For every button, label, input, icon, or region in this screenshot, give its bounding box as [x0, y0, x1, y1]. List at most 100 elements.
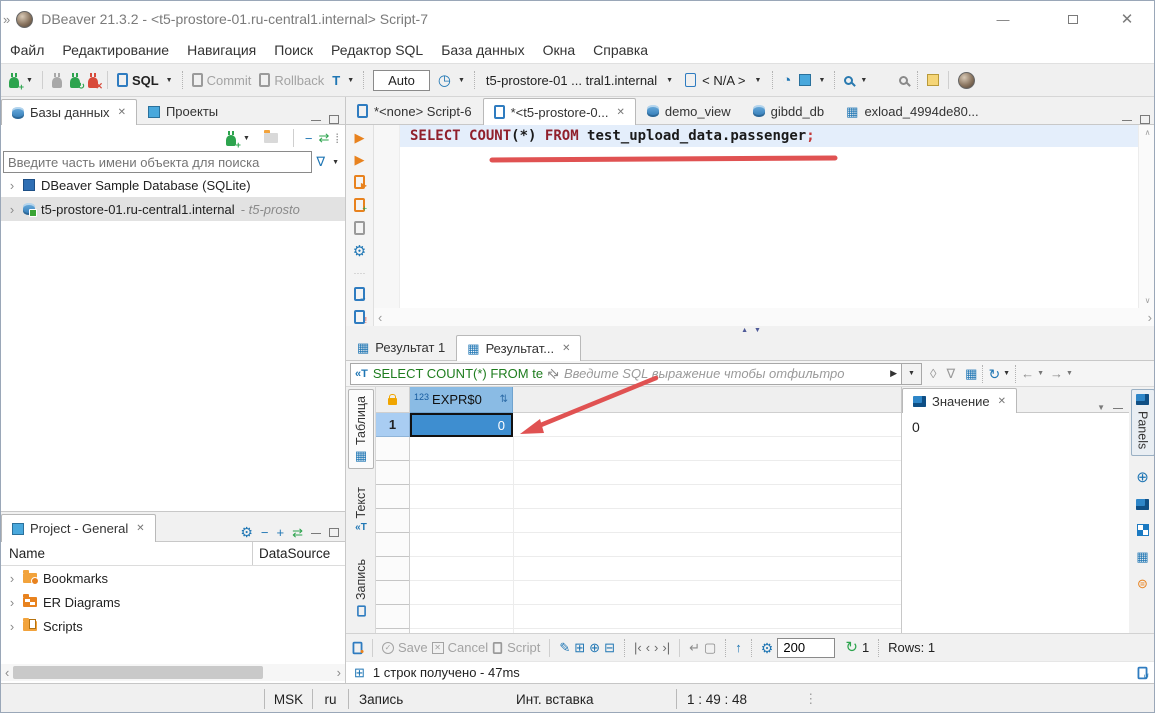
gear-icon-button[interactable]: ⚙	[240, 524, 253, 541]
new-folder-button[interactable]	[260, 131, 282, 145]
menu-windows[interactable]: Окна	[534, 37, 585, 63]
tree-item-sample-database[interactable]: › DBeaver Sample Database (SQLite)	[1, 173, 345, 197]
empty-grid-body[interactable]	[410, 437, 901, 633]
view-menu-button[interactable]: ⁞	[335, 131, 339, 146]
maximize-view-button[interactable]	[1140, 115, 1150, 124]
filter-config-button[interactable]: ∇ ▼	[312, 152, 343, 172]
chevron-down-icon[interactable]: ▼	[1037, 370, 1044, 377]
link-editor-button[interactable]: ⇄	[318, 130, 329, 146]
status-overflow-icon[interactable]: ⋮	[794, 689, 828, 709]
menu-sql-editor[interactable]: Редактор SQL	[322, 37, 432, 63]
duplicate-row-button[interactable]: ⊕	[589, 641, 600, 654]
result-grid[interactable]: 123 EXPR$0 ⇅ 1 0	[376, 387, 901, 633]
editor-hscrollbar[interactable]: ‹ ›	[374, 308, 1155, 326]
commit-mode-selector[interactable]: Auto	[373, 70, 430, 91]
chevron-down-icon[interactable]: ▼	[1066, 370, 1073, 377]
execute-script-button[interactable]: ▶	[354, 175, 365, 189]
eraser-icon-button[interactable]: ◊	[930, 367, 936, 380]
calc-panel-button[interactable]	[1137, 524, 1149, 536]
locale-indicator[interactable]: ru	[312, 689, 348, 709]
tab-value[interactable]: Значение ✕	[902, 388, 1017, 413]
scroll-right-icon[interactable]: ›	[1148, 310, 1152, 325]
tab-project-general[interactable]: Project - General ✕	[1, 514, 156, 542]
panels-toggle-button[interactable]: Panels	[1131, 389, 1155, 456]
tree-item-t5-prostore[interactable]: › t5-prostore-01.ru-central1.internal - …	[1, 197, 345, 221]
connect-button[interactable]	[48, 71, 66, 90]
value-content[interactable]: 0	[902, 413, 1129, 633]
reconnect-button[interactable]: ↻	[66, 71, 84, 90]
object-search-input[interactable]	[3, 151, 312, 173]
scroll-left-icon[interactable]: ‹	[378, 310, 382, 325]
new-connection-button[interactable]: + ▼	[222, 129, 254, 148]
scroll-up-icon[interactable]: ∧	[1145, 128, 1151, 137]
scroll-right-icon[interactable]: ›	[337, 665, 341, 680]
minimize-view-button[interactable]	[1113, 406, 1123, 409]
refresh-icon-button[interactable]: ↻	[845, 640, 858, 655]
maximize-view-button[interactable]	[329, 528, 339, 537]
sql-editor-button[interactable]: SQL ▼	[113, 71, 177, 90]
dashboard-button[interactable]: ◔	[778, 70, 795, 91]
grouping-panel-button[interactable]: ⊕	[1136, 470, 1149, 485]
tree-item-bookmarks[interactable]: › Bookmarks	[1, 566, 345, 590]
close-icon[interactable]: ✕	[998, 396, 1006, 407]
filter-history-dropdown[interactable]: ▼	[902, 363, 922, 385]
close-icon[interactable]: ✕	[616, 107, 624, 118]
export-results-button[interactable]: ↑	[735, 641, 742, 654]
global-search-button[interactable]	[895, 74, 912, 87]
expand-icon[interactable]: ⇄	[545, 365, 562, 382]
overflow-icon[interactable]: »	[3, 13, 10, 26]
sash-up-icon[interactable]: ▲	[741, 327, 748, 334]
goto-row-button[interactable]: ↵	[689, 641, 700, 654]
open-perspective-button[interactable]	[923, 72, 943, 88]
maximize-button[interactable]	[1050, 1, 1096, 37]
tab-gibdd-db[interactable]: gibdd_db	[742, 97, 836, 124]
presentation-tab-text[interactable]: Текст «T	[348, 487, 374, 533]
close-icon[interactable]: ✕	[136, 523, 144, 534]
tab-databases[interactable]: Базы данных ✕	[1, 99, 137, 125]
tree-item-er-diagrams[interactable]: › ER Diagrams	[1, 590, 345, 614]
commit-button[interactable]: Commit	[188, 71, 256, 90]
chevron-right-icon[interactable]: ›	[7, 571, 17, 586]
close-button[interactable]: ✕	[1104, 1, 1150, 37]
tab-script-7[interactable]: *<t5-prostore-0... ✕	[483, 98, 636, 125]
tab-script-6[interactable]: *<none> Script-6	[346, 97, 483, 124]
unsaved-script-button[interactable]: !	[354, 310, 365, 324]
delete-row-button[interactable]: ⊟	[604, 641, 615, 654]
sash-down-icon[interactable]: ▼	[754, 327, 761, 334]
collapse-all-button[interactable]: −	[305, 131, 313, 146]
search-metadata-button[interactable]: ▼	[840, 74, 871, 87]
last-row-button[interactable]: ›|	[662, 641, 670, 654]
schema-selector[interactable]: < N/A > ▼	[679, 71, 767, 90]
save-button[interactable]: ✓ Save	[382, 640, 428, 655]
explain-plan-button[interactable]	[354, 221, 365, 235]
minimize-view-button[interactable]	[311, 118, 321, 121]
switch-presentation-button[interactable]: ▢	[704, 641, 716, 654]
chevron-right-icon[interactable]: ›	[7, 178, 17, 193]
filter-settings-button[interactable]: ▦	[965, 367, 977, 380]
column-header-expr0[interactable]: 123 EXPR$0 ⇅	[410, 387, 513, 413]
code-line-1[interactable]: SELECT COUNT(*) FROM test_upload_data.pa…	[400, 125, 1138, 147]
gear-icon-button[interactable]: ⚙	[353, 244, 366, 259]
chevron-right-icon[interactable]: ›	[7, 619, 17, 634]
minimize-view-button[interactable]	[311, 531, 321, 534]
open-in-window-button[interactable]: ●	[353, 641, 363, 654]
scroll-thumb[interactable]	[13, 666, 263, 679]
minimize-view-button[interactable]	[1122, 118, 1132, 121]
insert-mode-indicator[interactable]: Инт. вставка	[506, 689, 676, 709]
rollback-button[interactable]: Rollback	[255, 71, 328, 90]
scroll-down-icon[interactable]: ∨	[1145, 296, 1151, 305]
value-panel-button[interactable]	[1136, 499, 1149, 510]
nav-back-button[interactable]: ←	[1021, 367, 1034, 380]
caret-position[interactable]: 1 : 49 : 48	[676, 689, 794, 709]
export-from-query-button[interactable]: →	[354, 287, 365, 301]
nav-forward-button[interactable]: →	[1050, 367, 1063, 380]
column-datasource[interactable]: DataSource	[253, 546, 345, 561]
sql-editor[interactable]: ▶ ▶ ▶ + ⚙ ···· → ! SELECT COUNT(*) FROM …	[346, 125, 1155, 326]
connection-selector[interactable]: t5-prostore-01 ... tral1.internal ▼	[480, 71, 679, 90]
filter-input[interactable]: «T SELECT COUNT(*) FROM te ⇄ Введите SQL…	[350, 363, 902, 385]
metadata-panel-button[interactable]: ⊜	[1137, 577, 1148, 590]
apply-filter-icon[interactable]: ▶	[890, 368, 897, 379]
timezone-indicator[interactable]: MSK	[264, 689, 312, 709]
new-connection-button[interactable]: + ▼	[5, 71, 37, 90]
column-name[interactable]: Name	[1, 542, 253, 565]
